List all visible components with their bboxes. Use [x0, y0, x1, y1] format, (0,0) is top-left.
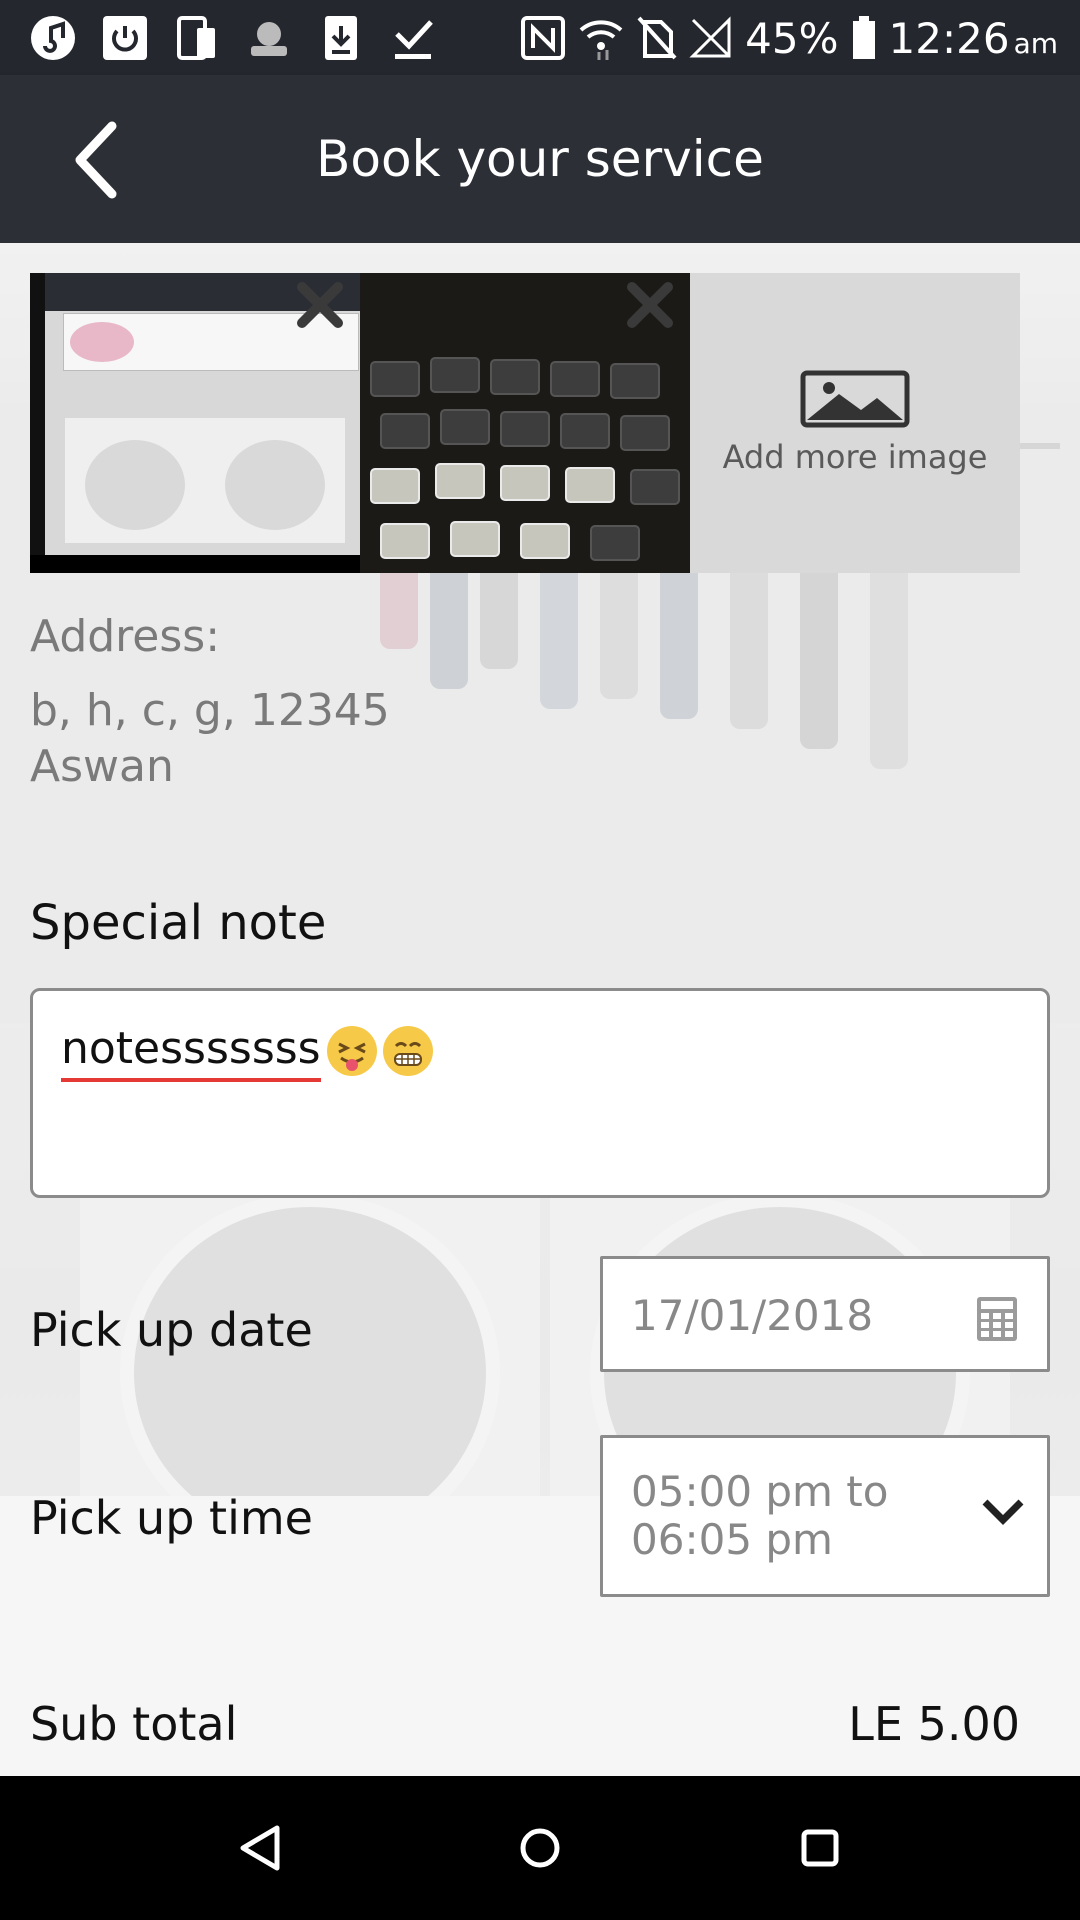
- navigation-bar: [0, 1776, 1080, 1920]
- image-thumbnail[interactable]: [30, 273, 360, 573]
- close-icon: [297, 282, 343, 328]
- battery-percent: 45%: [745, 13, 839, 63]
- pickup-date-value: 17/01/2018: [631, 1291, 874, 1340]
- power-icon: [100, 13, 150, 63]
- nav-home-button[interactable]: [510, 1818, 570, 1878]
- clock-suffix: am: [1013, 26, 1058, 60]
- keyboard-key: [380, 523, 430, 559]
- keyboard-key: [370, 468, 420, 504]
- nav-home-icon: [520, 1828, 560, 1868]
- system-indicators: 45% 12:26 am: [521, 8, 1058, 68]
- grin-emoji-icon: [382, 1026, 433, 1076]
- keyboard-key: [370, 361, 420, 397]
- remove-image-button[interactable]: [290, 275, 350, 335]
- keyboard-key: [560, 413, 610, 449]
- wifi-icon: [579, 20, 623, 60]
- add-image-button[interactable]: Add more image: [690, 273, 1020, 573]
- washy-app-icon: [244, 13, 294, 63]
- special-note-input[interactable]: notesssssss: [30, 988, 1050, 1198]
- pickup-time-label: Pick up time: [30, 1491, 313, 1545]
- notification-icons: [28, 12, 438, 64]
- tongue-emoji-icon: [326, 1026, 377, 1076]
- special-note-label: Special note: [30, 895, 327, 951]
- chevron-down-icon: [982, 1499, 1024, 1525]
- no-sim-icon: [637, 16, 677, 60]
- image-icon: [800, 370, 910, 428]
- keyboard-key: [565, 467, 615, 503]
- pickup-time-value: 05:00 pm to 06:05 pm: [631, 1467, 889, 1564]
- nav-recents-icon: [801, 1829, 839, 1867]
- music-app-icon: [28, 13, 78, 63]
- special-note-value: notesssssss: [61, 1023, 321, 1074]
- thumbnail-avatar: [70, 322, 134, 362]
- keyboard-key: [620, 415, 670, 451]
- pickup-time-select[interactable]: 05:00 pm to 06:05 pm: [600, 1435, 1050, 1597]
- calendar-icon: [977, 1297, 1017, 1341]
- clock: 12:26 am: [889, 14, 1058, 63]
- keyboard-key: [450, 521, 500, 557]
- signal-icon: [689, 16, 731, 58]
- keyboard-key: [630, 469, 680, 505]
- keyboard-key: [500, 411, 550, 447]
- uploaded-images: Add more image: [30, 273, 1020, 573]
- pickup-date-field[interactable]: 17/01/2018: [600, 1256, 1050, 1372]
- keyboard-key: [435, 463, 485, 499]
- keyboard-key: [440, 409, 490, 445]
- clock-time: 12:26: [888, 13, 1010, 63]
- special-note-text: notesssssss: [61, 1023, 433, 1076]
- nfc-icon: [521, 16, 566, 60]
- thumbnail-navbar: [30, 555, 360, 573]
- nav-recents-button[interactable]: [790, 1818, 850, 1878]
- keyboard-key: [610, 363, 660, 399]
- battery-icon: [852, 16, 875, 59]
- keyboard-key: [490, 359, 540, 395]
- close-icon: [627, 282, 673, 328]
- keyboard-key: [590, 525, 640, 561]
- keyboard-key: [500, 465, 550, 501]
- download-icon: [316, 13, 366, 63]
- keyboard-key: [550, 361, 600, 397]
- nav-back-icon: [240, 1825, 280, 1871]
- keyboard-key: [520, 523, 570, 559]
- status-bar: 45% 12:26 am: [0, 0, 1080, 75]
- nav-back-button[interactable]: [230, 1818, 290, 1878]
- remove-image-button[interactable]: [620, 275, 680, 335]
- image-thumbnail[interactable]: [360, 273, 690, 573]
- add-image-label: Add more image: [722, 438, 988, 476]
- thumbnail-washers: [65, 418, 345, 543]
- app-bar: Book your service: [0, 75, 1080, 243]
- booking-form: Add more image Address: b, h, c, g, 1234…: [0, 243, 1080, 1776]
- address-line-2: Aswan: [30, 741, 174, 792]
- keyboard-key: [430, 357, 480, 393]
- keyboard-key: [380, 413, 430, 449]
- pickup-date-label: Pick up date: [30, 1303, 313, 1357]
- address-line-1: b, h, c, g, 12345: [30, 685, 390, 736]
- page-title: Book your service: [316, 130, 764, 188]
- address-label: Address:: [30, 611, 221, 662]
- subtotal-label: Sub total: [30, 1697, 238, 1751]
- subtotal-value: LE 5.00: [848, 1697, 1020, 1751]
- download-done-icon: [388, 13, 438, 63]
- devices-icon: [172, 13, 222, 63]
